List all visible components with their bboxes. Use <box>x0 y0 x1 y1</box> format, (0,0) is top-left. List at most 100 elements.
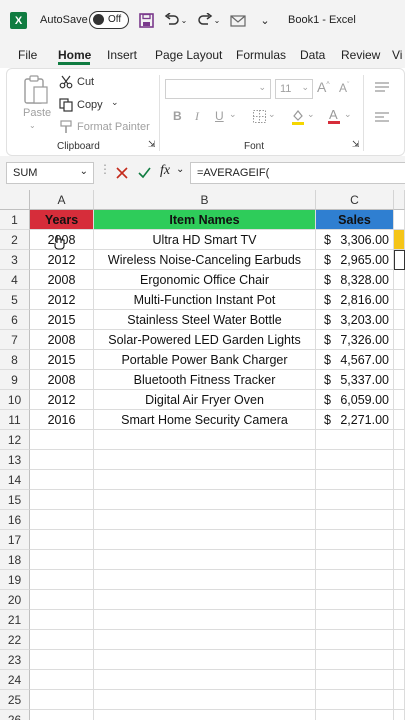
cell[interactable] <box>316 610 394 630</box>
cell[interactable] <box>316 690 394 710</box>
paste-dropdown-icon[interactable]: ⌄ <box>29 121 36 130</box>
cell[interactable] <box>30 470 94 490</box>
sales-cell[interactable]: $2,816.00 <box>316 290 394 310</box>
select-all-corner[interactable] <box>0 190 30 210</box>
name-box[interactable]: SUM ⌄ <box>6 162 94 184</box>
font-color-dropdown-icon[interactable]: ⌄ <box>344 109 352 120</box>
cell[interactable] <box>30 490 94 510</box>
cell[interactable] <box>30 690 94 710</box>
cell[interactable] <box>394 590 405 610</box>
cell[interactable] <box>394 410 405 430</box>
cell[interactable] <box>94 450 316 470</box>
cell[interactable] <box>394 430 405 450</box>
row-header[interactable]: 26 <box>0 710 30 720</box>
cell[interactable] <box>394 710 405 720</box>
sales-cell[interactable]: $3,306.00 <box>316 230 394 250</box>
row-header[interactable]: 4 <box>0 270 30 290</box>
cell[interactable] <box>30 710 94 720</box>
row-header[interactable]: 8 <box>0 350 30 370</box>
cell[interactable] <box>316 630 394 650</box>
column-header-b[interactable]: B <box>94 190 316 210</box>
cell[interactable] <box>316 670 394 690</box>
item-name-cell[interactable]: Ergonomic Office Chair <box>94 270 316 290</box>
font-launcher-icon[interactable]: ⇲ <box>352 139 360 150</box>
borders-dropdown-icon[interactable]: ⌄ <box>268 109 276 120</box>
cell[interactable] <box>94 690 316 710</box>
cell[interactable] <box>316 490 394 510</box>
cell[interactable] <box>94 570 316 590</box>
cell[interactable] <box>94 670 316 690</box>
cell[interactable] <box>316 550 394 570</box>
decrease-font-icon[interactable]: Aˇ <box>339 81 349 95</box>
cell[interactable] <box>316 430 394 450</box>
formula-input[interactable]: =AVERAGEIF( <box>190 162 405 184</box>
fx-dropdown-icon[interactable]: ⌄ <box>176 164 184 175</box>
cell[interactable] <box>30 530 94 550</box>
cell[interactable] <box>316 710 394 720</box>
row-header[interactable]: 13 <box>0 450 30 470</box>
undo-dropdown-icon[interactable]: ⌄ <box>179 11 189 29</box>
paste-icon[interactable] <box>23 75 49 110</box>
cell[interactable] <box>394 670 405 690</box>
cell[interactable] <box>94 610 316 630</box>
column-header-d[interactable] <box>394 190 405 210</box>
font-name-box[interactable]: ⌄ <box>165 79 271 99</box>
cell[interactable] <box>30 610 94 630</box>
row-header[interactable]: 23 <box>0 650 30 670</box>
cell[interactable] <box>316 530 394 550</box>
cell[interactable] <box>30 590 94 610</box>
cell[interactable] <box>94 550 316 570</box>
cell[interactable] <box>394 370 405 390</box>
copy-icon[interactable] <box>59 98 73 117</box>
year-cell[interactable]: 2015 <box>30 350 94 370</box>
cell[interactable] <box>316 470 394 490</box>
italic-icon[interactable]: I <box>195 109 199 124</box>
cell[interactable] <box>394 650 405 670</box>
year-cell[interactable]: 2008 <box>30 330 94 350</box>
item-name-cell[interactable]: Portable Power Bank Charger <box>94 350 316 370</box>
column-header-a[interactable]: A <box>30 190 94 210</box>
tab-insert[interactable]: Insert <box>107 48 137 62</box>
font-size-dropdown-icon[interactable]: ⌄ <box>301 82 309 93</box>
year-cell[interactable]: 2012 <box>30 290 94 310</box>
row-header[interactable]: 1 <box>0 210 30 230</box>
tab-file[interactable]: File <box>18 48 37 62</box>
cell[interactable] <box>30 650 94 670</box>
sales-cell[interactable]: $3,203.00 <box>316 310 394 330</box>
cell[interactable] <box>94 710 316 720</box>
row-header[interactable]: 18 <box>0 550 30 570</box>
item-name-cell[interactable]: Stainless Steel Water Bottle <box>94 310 316 330</box>
year-cell[interactable]: 2015 <box>30 310 94 330</box>
cell[interactable] <box>30 630 94 650</box>
sales-cell[interactable]: $4,567.00 <box>316 350 394 370</box>
year-cell[interactable]: 2008 <box>30 370 94 390</box>
underline-dropdown-icon[interactable]: ⌄ <box>229 109 237 120</box>
font-color-icon[interactable]: A <box>327 107 341 130</box>
cell[interactable] <box>394 270 405 290</box>
sales-cell[interactable]: $7,326.00 <box>316 330 394 350</box>
cell[interactable] <box>94 590 316 610</box>
row-header[interactable]: 22 <box>0 630 30 650</box>
cell[interactable] <box>316 590 394 610</box>
sales-cell[interactable]: $2,271.00 <box>316 410 394 430</box>
enter-icon[interactable] <box>138 166 151 184</box>
row-header[interactable]: 2 <box>0 230 30 250</box>
cell[interactable] <box>30 510 94 530</box>
cell[interactable] <box>316 650 394 670</box>
save-icon[interactable] <box>137 11 155 29</box>
cut-icon[interactable] <box>59 75 73 94</box>
item-name-cell[interactable]: Multi-Function Instant Pot <box>94 290 316 310</box>
header-cell-years[interactable]: Years <box>30 210 94 230</box>
format-painter-icon[interactable] <box>59 120 73 139</box>
increase-font-icon[interactable]: A^ <box>317 79 330 95</box>
cell[interactable] <box>316 510 394 530</box>
row-header[interactable]: 5 <box>0 290 30 310</box>
cell[interactable] <box>394 630 405 650</box>
borders-icon[interactable] <box>253 110 266 128</box>
row-header[interactable]: 15 <box>0 490 30 510</box>
cell[interactable] <box>394 390 405 410</box>
row-header[interactable]: 19 <box>0 570 30 590</box>
copy-label[interactable]: Copy <box>77 99 103 111</box>
cell[interactable] <box>394 290 405 310</box>
cell[interactable] <box>30 670 94 690</box>
